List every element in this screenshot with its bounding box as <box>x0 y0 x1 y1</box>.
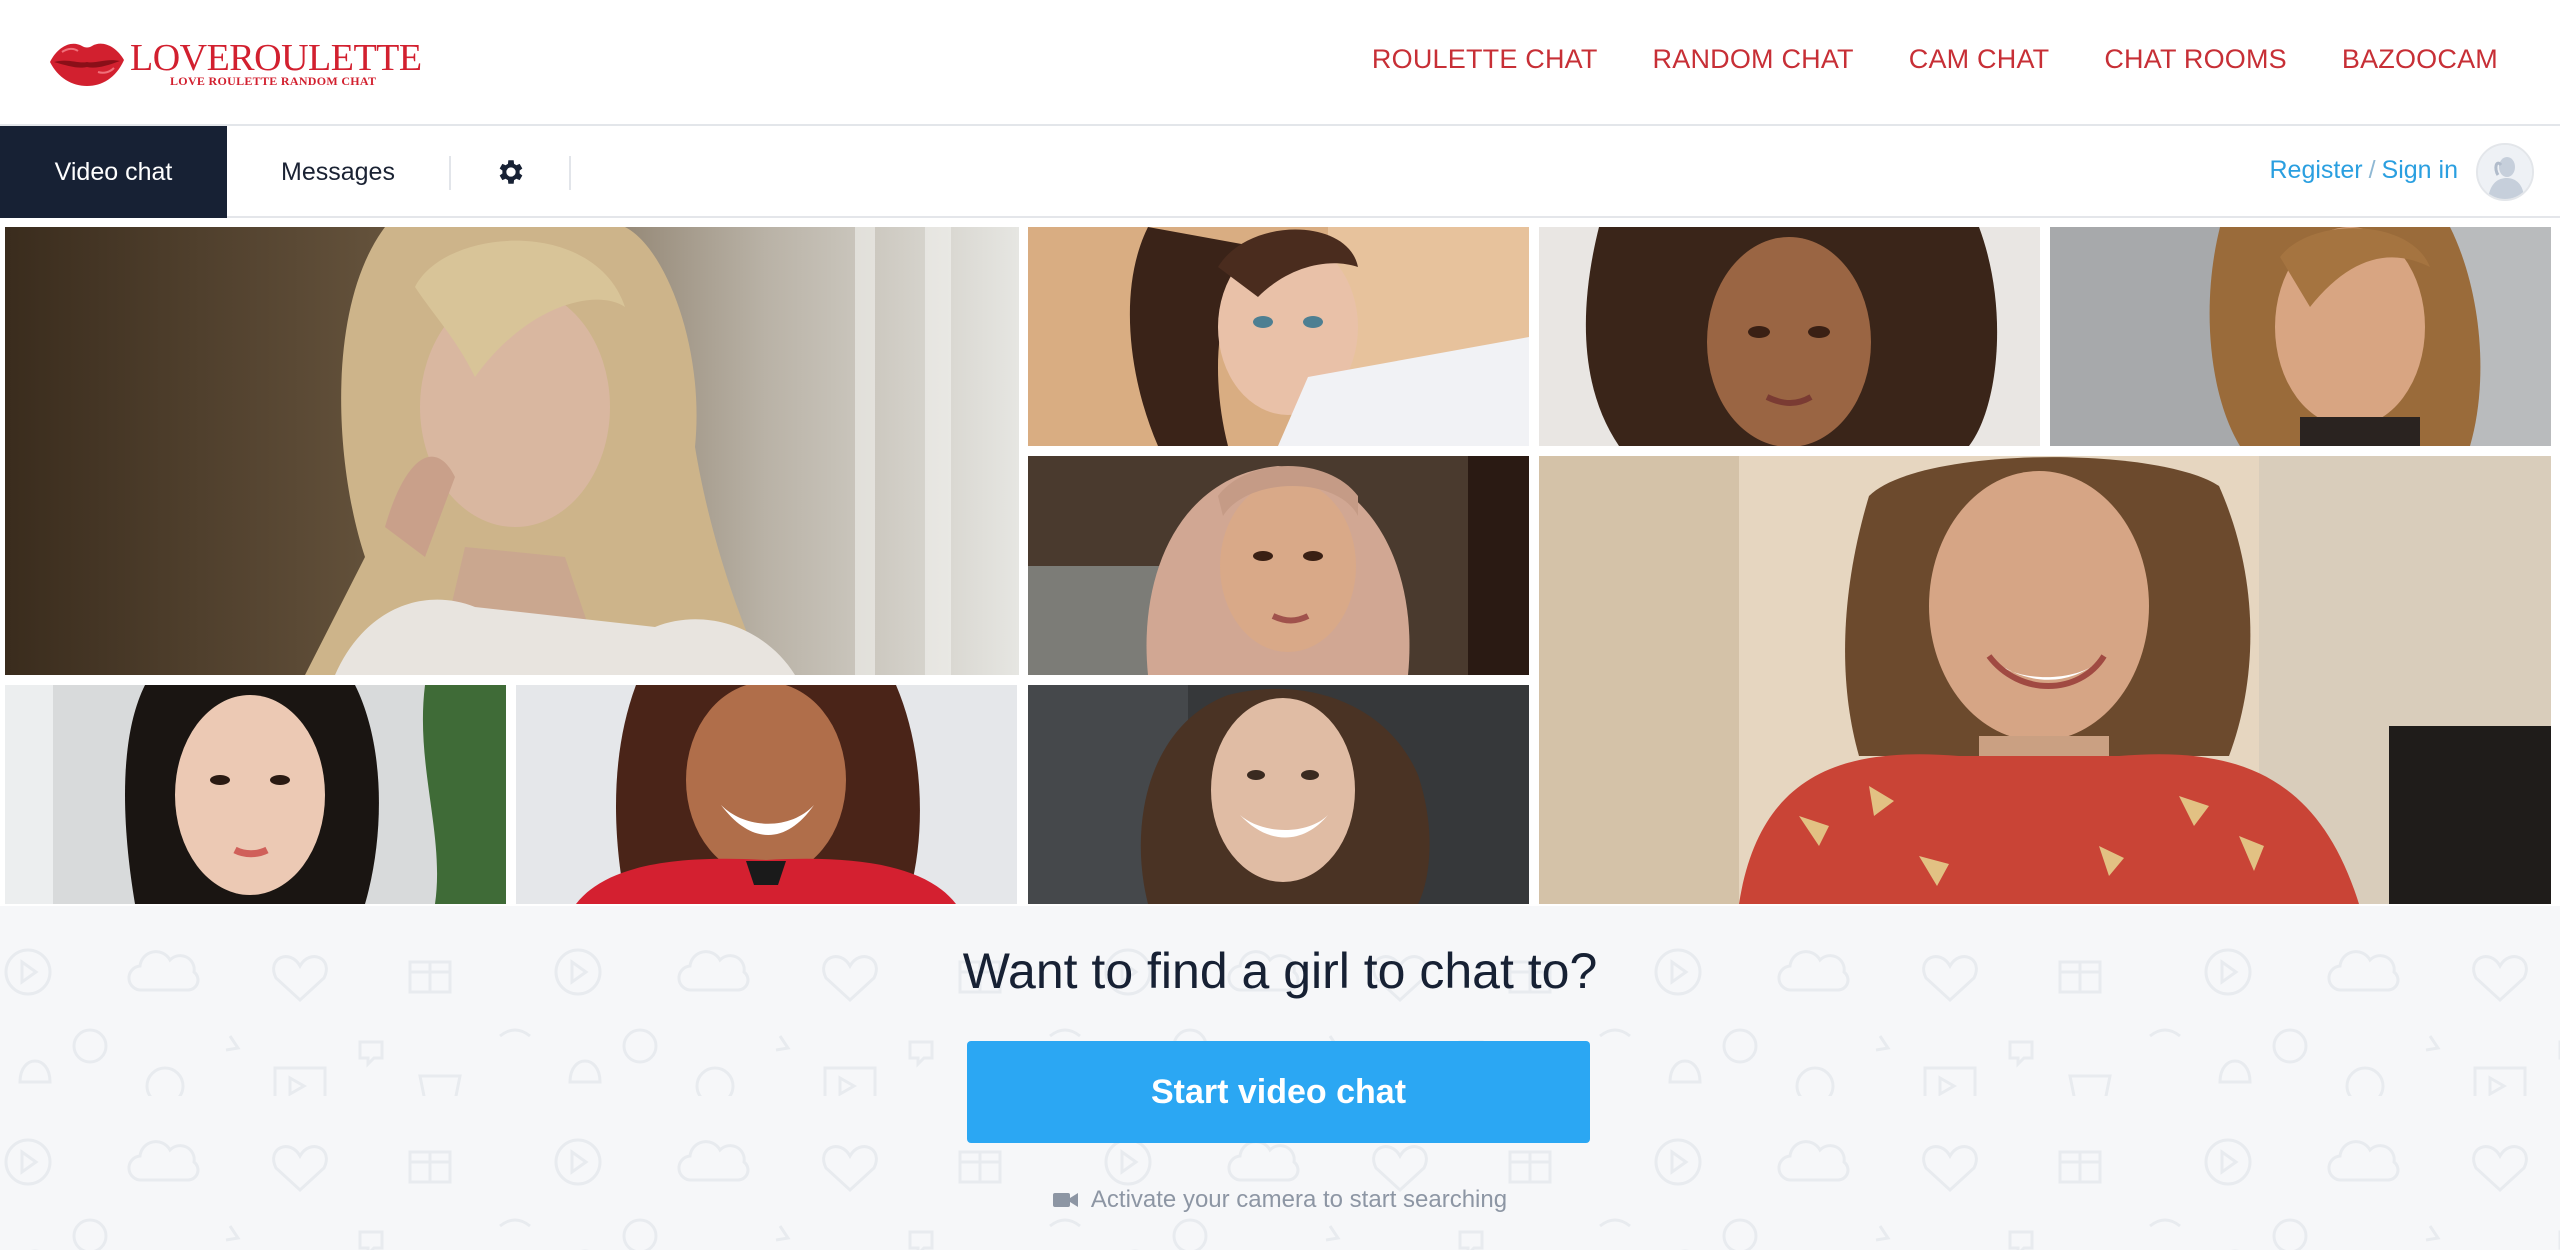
profile-photo-dark-background[interactable] <box>1028 685 1529 904</box>
photo-hijab-image <box>1028 456 1529 675</box>
camera-icon <box>1052 1189 1079 1217</box>
profile-photo-light-brown-hair[interactable] <box>2050 227 2551 446</box>
nav-bazoocam[interactable]: BAZOOCAM <box>2342 44 2498 75</box>
profile-photo-hijab[interactable] <box>1028 456 1529 675</box>
nav-random-chat[interactable]: RANDOM CHAT <box>1653 44 1854 75</box>
photo-blonde-image <box>5 227 1019 675</box>
photo-lightbrown-image <box>2050 227 2551 446</box>
sub-navbar: Video chat Messages Register / Sign in <box>0 126 2560 218</box>
profile-photo-large-blonde[interactable] <box>5 227 1019 675</box>
cta-section: Want to find a girl to chat to? Start vi… <box>0 906 2560 1250</box>
settings-divider <box>569 156 571 190</box>
top-nav: ROULETTE CHAT RANDOM CHAT CAM CHAT CHAT … <box>1372 44 2498 75</box>
auth-links: Register / Sign in <box>2270 156 2459 185</box>
logo-tagline: LOVE ROULETTE RANDOM CHAT <box>170 74 377 88</box>
profile-photo-red-top[interactable] <box>516 685 1017 904</box>
photo-brunette-image <box>1028 227 1529 446</box>
cta-headline: Want to find a girl to chat to? <box>962 943 1598 999</box>
photo-curly-image <box>1539 227 2040 446</box>
nav-cam-chat[interactable]: CAM CHAT <box>1909 44 2050 75</box>
photo-smiling-image <box>1539 456 2551 904</box>
tab-video-chat[interactable]: Video chat <box>0 126 227 218</box>
photo-redtop-image <box>516 685 1017 904</box>
photo-asian-image <box>5 685 506 904</box>
auth-separator: / <box>2368 156 2376 184</box>
tab-divider <box>449 156 451 190</box>
camera-hint: Activate your camera to start searching <box>0 1186 2560 1217</box>
profile-photo-large-smiling[interactable] <box>1539 456 2551 904</box>
top-header: LOVEROULETTE LOVE ROULETTE RANDOM CHAT R… <box>0 0 2560 126</box>
gear-icon <box>499 160 523 184</box>
profile-photo-curly-hair[interactable] <box>1539 227 2040 446</box>
lips-logo-icon <box>50 43 124 86</box>
camera-hint-text: Activate your camera to start searching <box>1090 1186 1508 1213</box>
profile-photo-grid <box>0 218 2560 906</box>
profile-photo-brunette-blue-eyes[interactable] <box>1028 227 1529 446</box>
sign-in-link[interactable]: Sign in <box>2382 156 2458 184</box>
nav-chat-rooms[interactable]: CHAT ROOMS <box>2104 44 2287 75</box>
tab-messages[interactable]: Messages <box>227 126 449 218</box>
settings-button[interactable] <box>480 150 542 194</box>
start-video-chat-button[interactable]: Start video chat <box>967 1041 1590 1143</box>
register-link[interactable]: Register <box>2270 156 2363 184</box>
photo-darkbg-image <box>1028 685 1529 904</box>
nav-roulette-chat[interactable]: ROULETTE CHAT <box>1372 44 1598 75</box>
user-avatar[interactable] <box>2476 143 2534 201</box>
site-logo[interactable]: LOVEROULETTE LOVE ROULETTE RANDOM CHAT <box>48 34 422 94</box>
user-avatar-icon <box>2478 145 2532 199</box>
profile-photo-asian[interactable] <box>5 685 506 904</box>
